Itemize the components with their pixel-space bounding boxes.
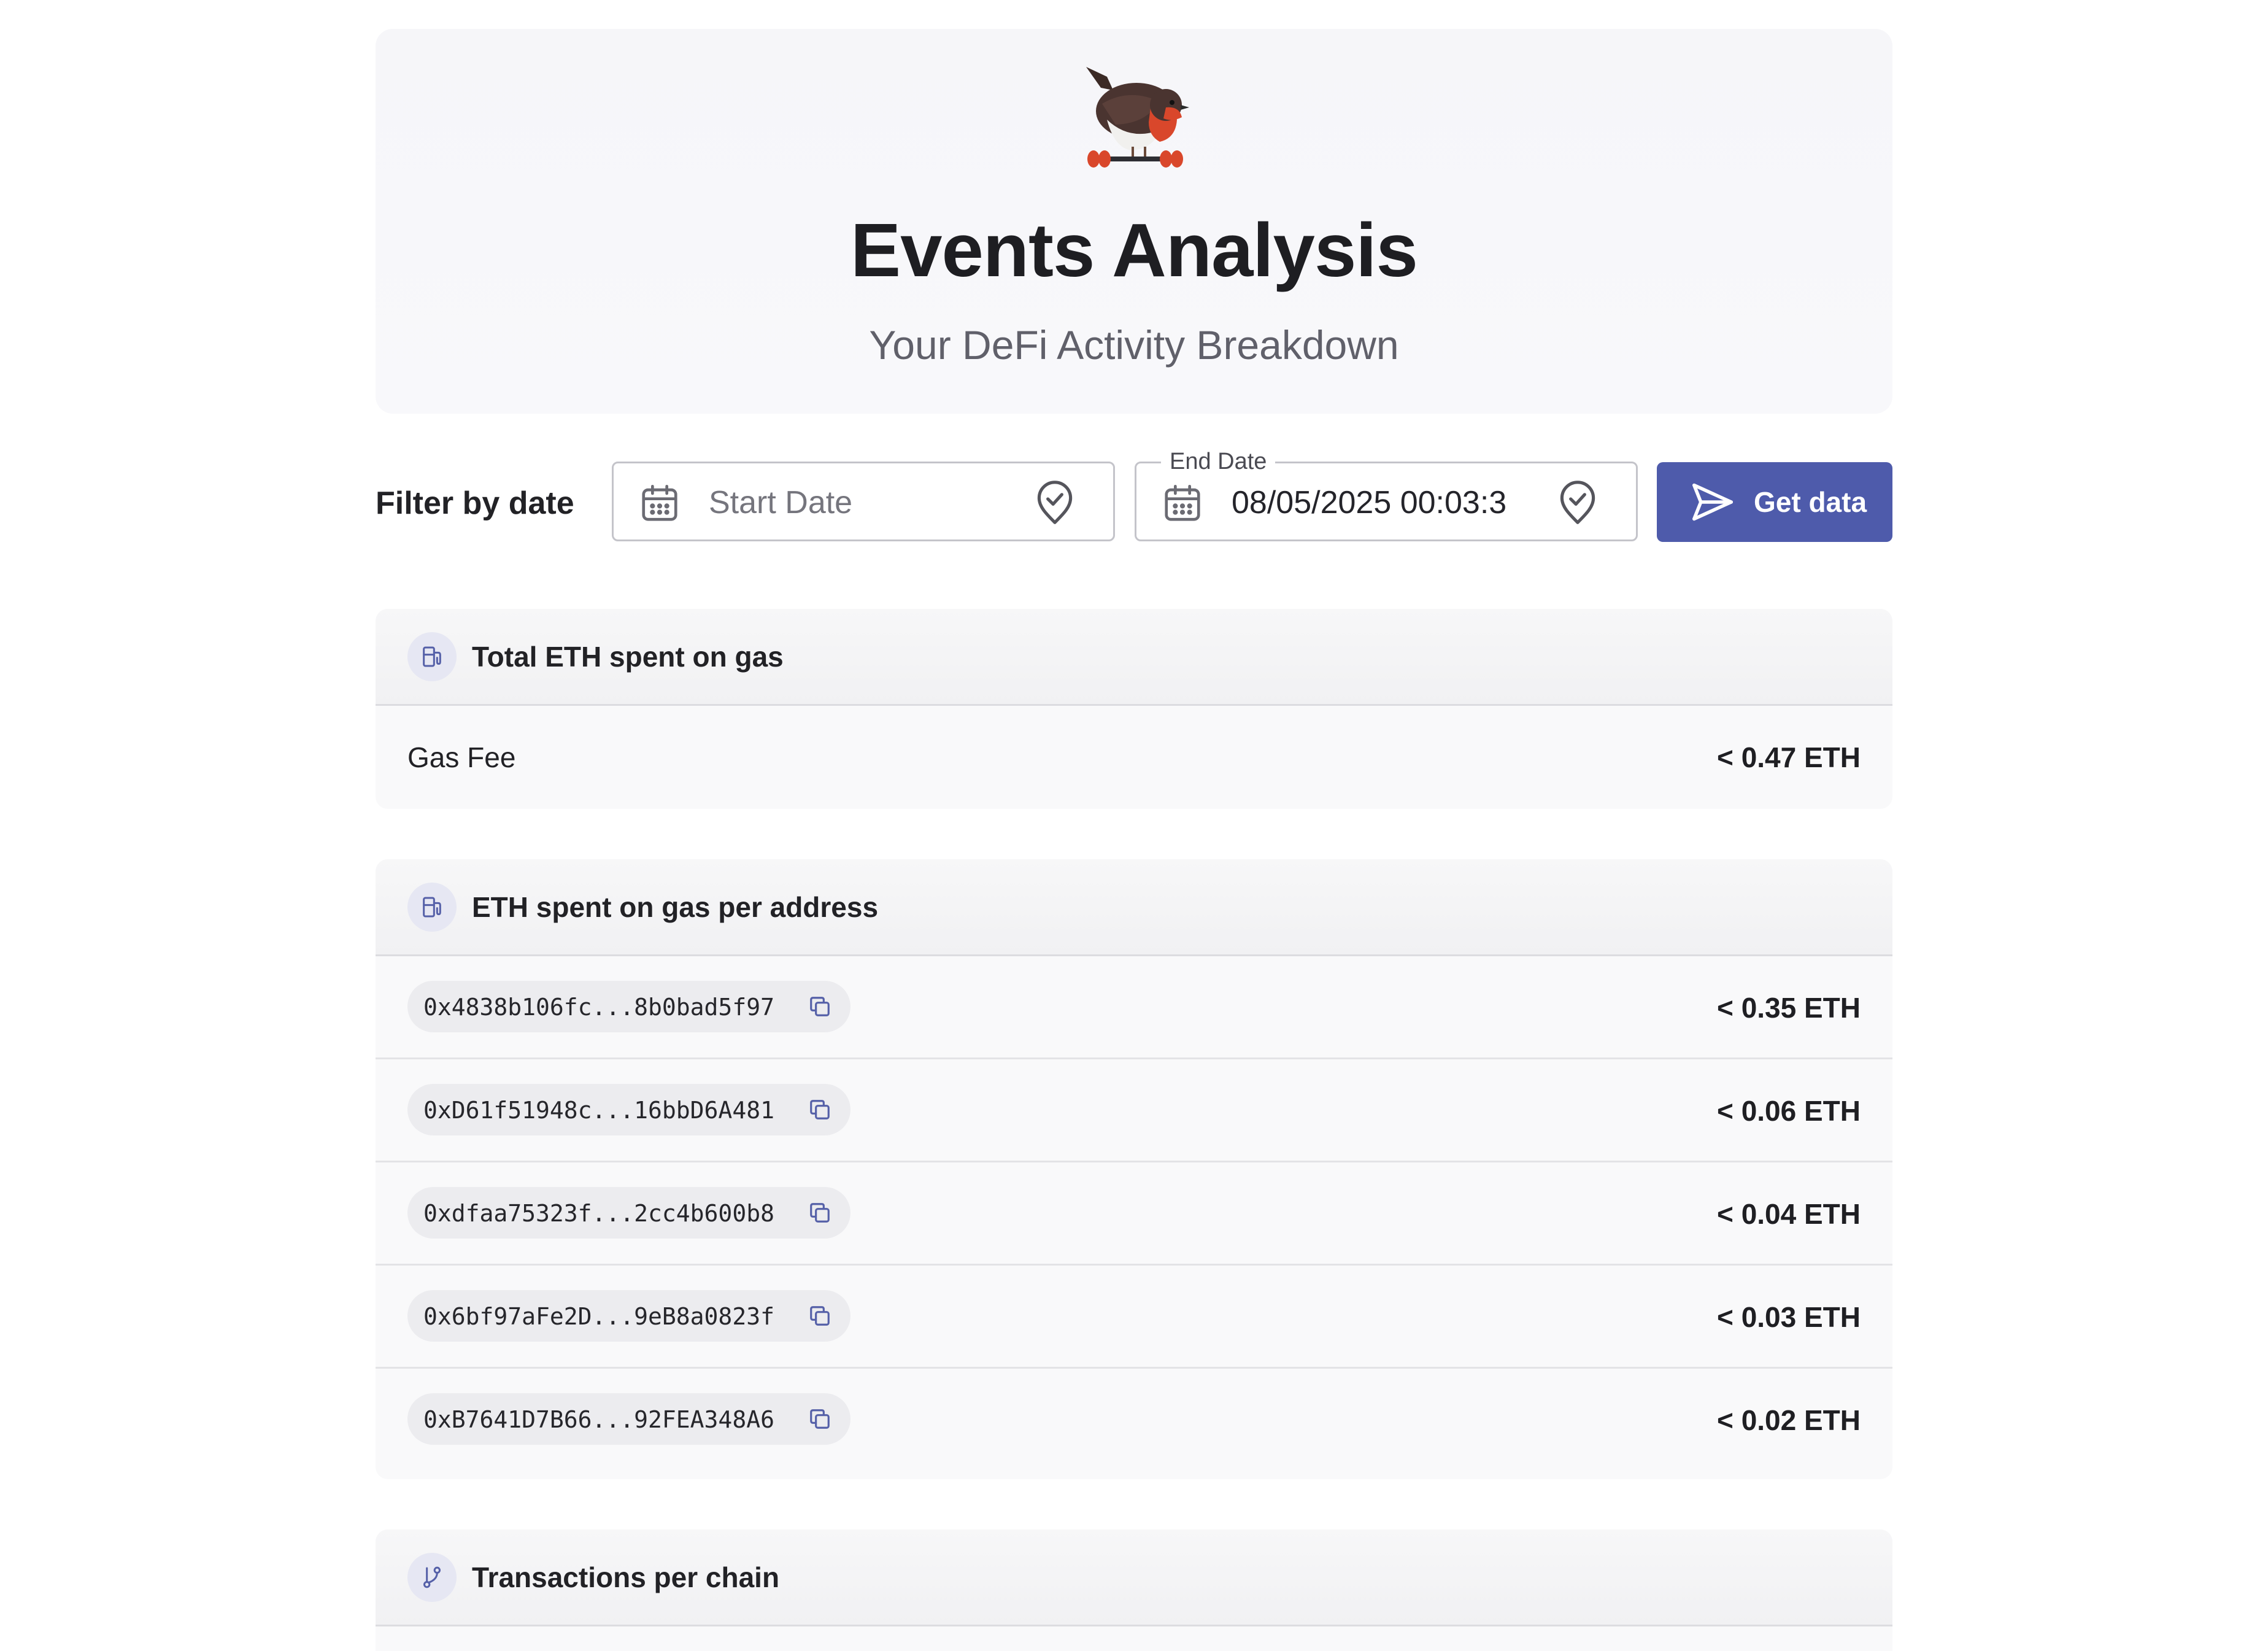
address-text[interactable]: 0x6bf97aFe2D...9eB8a0823f [423,1302,774,1331]
table-row: 0xD61f51948c...16bbD6A481 < 0.06 ETH [376,1059,1892,1162]
address-gas-value: < 0.35 ETH [1717,992,1861,1024]
gas-pump-icon-badge [407,632,457,681]
end-date-field[interactable]: End Date 08/05/2025 00:03:3 [1135,446,1638,541]
card-title: ETH spent on gas per address [472,891,879,923]
card-header: Total ETH spent on gas [376,609,1892,706]
filter-label: Filter by date [376,485,574,521]
start-date-placeholder[interactable]: Start Date [709,484,852,521]
total-gas-card: Total ETH spent on gas Gas Fee < 0.47 ET… [376,609,1892,809]
address-text[interactable]: 0x4838b106fc...8b0bad5f97 [423,993,774,1021]
end-date-label: End Date [1161,446,1276,477]
address-gas-value: < 0.06 ETH [1717,1095,1861,1127]
card-title: Total ETH spent on gas [472,641,784,673]
list-item: Gas Fee < 0.47 ETH [376,706,1892,809]
address-chip[interactable]: 0x4838b106fc...8b0bad5f97 [407,981,850,1032]
copy-icon[interactable] [808,1304,831,1328]
git-branch-icon-badge [407,1553,457,1602]
copy-icon[interactable] [808,995,831,1018]
calendar-icon[interactable] [638,482,681,525]
check-badge-icon[interactable] [1556,481,1599,526]
copy-icon[interactable] [808,1201,831,1224]
transactions-per-chain-card: Transactions per chain [376,1529,1892,1651]
copy-icon[interactable] [808,1407,831,1431]
get-data-label[interactable]: Get data [1754,485,1867,519]
address-gas-value: < 0.03 ETH [1717,1301,1861,1333]
table-row: 0x4838b106fc...8b0bad5f97 < 0.35 ETH [376,956,1892,1059]
end-date-value[interactable]: 08/05/2025 00:03:3 [1232,484,1506,521]
gas-pump-icon [423,646,441,667]
address-chip[interactable]: 0xD61f51948c...16bbD6A481 [407,1084,850,1135]
gas-fee-label: Gas Fee [407,741,516,773]
page: Events Analysis Your DeFi Activity Break… [0,0,2268,1651]
hero-banner: Events Analysis Your DeFi Activity Break… [376,29,1892,414]
copy-icon[interactable] [808,1098,831,1121]
send-icon [1692,483,1733,521]
table-row: 0x6bf97aFe2D...9eB8a0823f < 0.03 ETH [376,1266,1892,1369]
address-chip[interactable]: 0x6bf97aFe2D...9eB8a0823f [407,1290,850,1342]
start-date-field[interactable]: Start Date [612,462,1115,541]
gas-per-address-card: ETH spent on gas per address 0x4838b106f… [376,859,1892,1479]
check-badge-icon[interactable] [1033,481,1076,526]
card-header: ETH spent on gas per address [376,859,1892,956]
robin-bird-logo-icon [1086,67,1189,168]
get-data-button[interactable]: Get data [1657,462,1892,542]
address-text[interactable]: 0xdfaa75323f...2cc4b600b8 [423,1199,774,1228]
address-gas-value: < 0.02 ETH [1717,1404,1861,1436]
page-subtitle: Your DeFi Activity Breakdown [869,322,1399,368]
address-text[interactable]: 0xD61f51948c...16bbD6A481 [423,1096,774,1124]
card-title: Transactions per chain [472,1561,780,1593]
calendar-icon[interactable] [1161,482,1204,525]
page-title: Events Analysis [850,209,1418,293]
table-row: 0xdfaa75323f...2cc4b600b8 < 0.04 ETH [376,1162,1892,1266]
address-gas-value: < 0.04 ETH [1717,1198,1861,1230]
gas-fee-value: < 0.47 ETH [1717,741,1861,773]
table-row: 0xB7641D7B66...92FEA348A6 < 0.02 ETH [376,1369,1892,1472]
git-branch-icon [423,1566,441,1588]
address-chip[interactable]: 0xdfaa75323f...2cc4b600b8 [407,1187,850,1239]
gas-pump-icon-badge [407,883,457,932]
gas-pump-icon [423,897,441,918]
card-header: Transactions per chain [376,1529,1892,1626]
address-chip[interactable]: 0xB7641D7B66...92FEA348A6 [407,1393,850,1445]
address-text[interactable]: 0xB7641D7B66...92FEA348A6 [423,1405,774,1434]
